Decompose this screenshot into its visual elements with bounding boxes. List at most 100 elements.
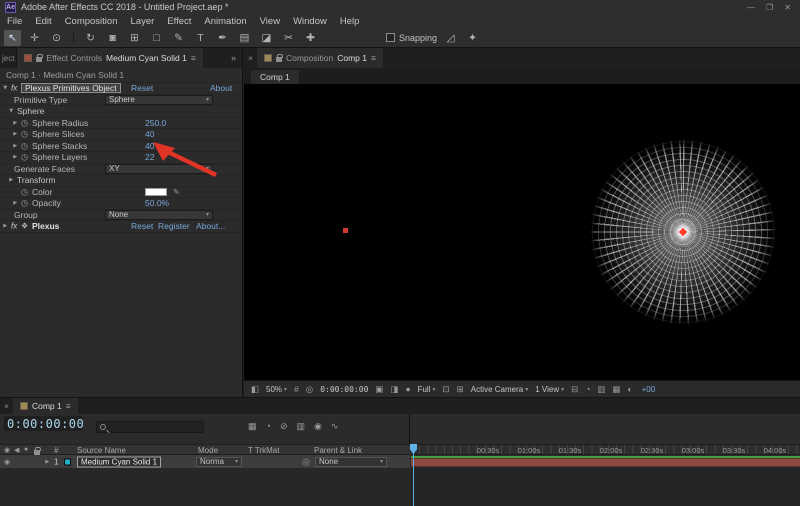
composition-flowchart-icon[interactable]: ▦: [248, 421, 257, 432]
selection-tool-icon[interactable]: ↖: [4, 30, 21, 46]
panel-menu-icon[interactable]: ≡: [191, 53, 196, 63]
brush-tool-icon[interactable]: ✒: [214, 30, 231, 46]
stopwatch-icon[interactable]: ◷: [21, 199, 28, 208]
menu-help[interactable]: Help: [340, 16, 360, 27]
snapshot-icon[interactable]: ▣: [375, 384, 383, 395]
tab-timeline-comp1[interactable]: Comp 1 ≡: [13, 398, 78, 414]
roto-brush-tool-icon[interactable]: ✂: [280, 30, 297, 46]
menu-file[interactable]: File: [7, 16, 22, 27]
generate-faces-dropdown[interactable]: XY ▾: [105, 164, 213, 174]
eyedropper-icon[interactable]: ✎: [173, 187, 180, 196]
close-button[interactable]: ✕: [784, 3, 791, 12]
stopwatch-icon[interactable]: ◷: [21, 153, 28, 162]
snapping-checkbox[interactable]: [386, 33, 395, 42]
hand-tool-icon[interactable]: ✛: [26, 30, 43, 46]
clone-stamp-tool-icon[interactable]: ▤: [236, 30, 253, 46]
close-icon[interactable]: ×: [244, 53, 257, 63]
time-ruler[interactable]: 00:30s 01:00s 01:30s 02:00s 02:30s 03:00…: [411, 444, 800, 455]
pen-tool-icon[interactable]: ✎: [170, 30, 187, 46]
twirl-closed-icon[interactable]: ►: [12, 200, 18, 207]
about-link[interactable]: About: [210, 83, 232, 93]
fx-badge-icon[interactable]: fx: [11, 222, 17, 231]
playhead[interactable]: [413, 444, 414, 506]
pan-behind-tool-icon[interactable]: ⊞: [126, 30, 143, 46]
motion-blur-icon[interactable]: ◉: [314, 421, 322, 432]
frame-blend-icon[interactable]: ▥: [297, 421, 306, 432]
column-mode[interactable]: Mode: [198, 446, 218, 455]
stopwatch-icon[interactable]: ◷: [21, 130, 28, 139]
sphere-slices-value[interactable]: 40: [145, 129, 154, 139]
menu-edit[interactable]: Edit: [35, 16, 51, 27]
twirl-open-icon[interactable]: ▼: [2, 85, 8, 92]
magnification-dropdown[interactable]: 50% ▾: [266, 385, 287, 394]
reset-link[interactable]: Reset: [131, 83, 153, 93]
flowchart-button-icon[interactable]: ▦: [612, 384, 620, 395]
column-source-name[interactable]: Source Name: [77, 446, 126, 455]
current-time-display[interactable]: 0:00:00:00: [7, 417, 84, 431]
camera-tool-icon[interactable]: ◙: [104, 30, 121, 46]
menu-view[interactable]: View: [260, 16, 280, 27]
effect-name[interactable]: Plexus Primitives Object: [21, 83, 121, 93]
viewer-tab-comp1[interactable]: Comp 1: [251, 70, 299, 84]
reset-link[interactable]: Reset: [131, 221, 153, 231]
parent-link-dropdown[interactable]: None ▾: [315, 457, 387, 467]
eye-icon[interactable]: ◉: [4, 446, 10, 454]
about-link[interactable]: About...: [196, 221, 225, 231]
twirl-closed-icon[interactable]: ►: [12, 142, 18, 149]
close-icon[interactable]: ×: [0, 401, 13, 411]
primitive-type-dropdown[interactable]: Sphere ▾: [105, 95, 213, 105]
layer-row-1[interactable]: ◉ ► 1 Medium Cyan Solid 1 Norma ▾ ◎ None…: [0, 455, 410, 468]
tab-composition[interactable]: Composition Comp 1 ≡: [257, 48, 383, 68]
twirl-open-icon[interactable]: ▼: [8, 108, 14, 115]
layer-duration-bar[interactable]: [411, 458, 800, 467]
shape-tool-icon[interactable]: □: [148, 30, 165, 46]
stopwatch-icon[interactable]: ◷: [21, 118, 28, 127]
audio-icon[interactable]: ◀: [14, 446, 19, 454]
twirl-closed-icon[interactable]: ►: [2, 223, 8, 230]
sphere-radius-value[interactable]: 250.0: [145, 118, 166, 128]
fx-badge-icon[interactable]: fx: [11, 84, 17, 93]
column-trkmat[interactable]: T TrkMat: [248, 446, 279, 455]
column-number[interactable]: #: [54, 446, 58, 455]
sphere-layers-value[interactable]: 22: [145, 152, 154, 162]
panel-overflow-icon[interactable]: »: [225, 53, 242, 63]
effect-name[interactable]: Plexus: [32, 221, 59, 231]
timeline-search-field[interactable]: [96, 421, 204, 433]
twirl-closed-icon[interactable]: ►: [12, 131, 18, 138]
exposure-value[interactable]: +00: [642, 385, 656, 394]
layer-label-color-chip[interactable]: [64, 458, 71, 465]
twirl-closed-icon[interactable]: ►: [12, 154, 18, 161]
lock-icon[interactable]: [36, 57, 42, 62]
lock-icon[interactable]: [276, 57, 282, 62]
menu-layer[interactable]: Layer: [131, 16, 155, 27]
column-parent-link[interactable]: Parent & Link: [314, 446, 362, 455]
region-of-interest-icon[interactable]: ⊡: [443, 384, 450, 395]
parent-pickwhip-icon[interactable]: ◎: [302, 456, 310, 467]
tab-effect-controls[interactable]: Effect Controls Medium Cyan Solid 1 ≡: [17, 48, 202, 68]
menu-composition[interactable]: Composition: [65, 16, 118, 27]
menu-window[interactable]: Window: [293, 16, 327, 27]
view-layout-dropdown[interactable]: 1 View ▾: [535, 385, 564, 394]
mask-visibility-icon[interactable]: ◎: [306, 384, 313, 395]
layer-twirl-icon[interactable]: ►: [44, 458, 50, 465]
menu-animation[interactable]: Animation: [204, 16, 246, 27]
grid-guides-icon[interactable]: #: [294, 384, 299, 394]
project-tab-fragment[interactable]: ject: [0, 48, 17, 68]
panel-menu-icon[interactable]: ≡: [371, 53, 376, 63]
view-options-icon[interactable]: ◧: [251, 384, 259, 395]
panel-menu-icon[interactable]: ≡: [66, 401, 71, 411]
stopwatch-icon[interactable]: ◷: [21, 141, 28, 150]
eraser-tool-icon[interactable]: ◪: [258, 30, 275, 46]
twirl-closed-icon[interactable]: ►: [8, 177, 14, 184]
twirl-closed-icon[interactable]: ►: [12, 119, 18, 126]
group-dropdown[interactable]: None ▾: [105, 210, 213, 220]
register-link[interactable]: Register: [158, 221, 190, 231]
sphere-stacks-value[interactable]: 40: [145, 141, 154, 151]
exposure-reset-icon[interactable]: ◐: [627, 384, 632, 394]
camera-view-dropdown[interactable]: Active Camera ▾: [471, 385, 528, 394]
opacity-value[interactable]: 50.0%: [145, 198, 169, 208]
show-channel-icon[interactable]: ●: [405, 384, 410, 394]
zoom-tool-icon[interactable]: ⊙: [48, 30, 65, 46]
snap-option-icon[interactable]: ◿: [442, 30, 459, 46]
puppet-pin-tool-icon[interactable]: ✚: [302, 30, 319, 46]
